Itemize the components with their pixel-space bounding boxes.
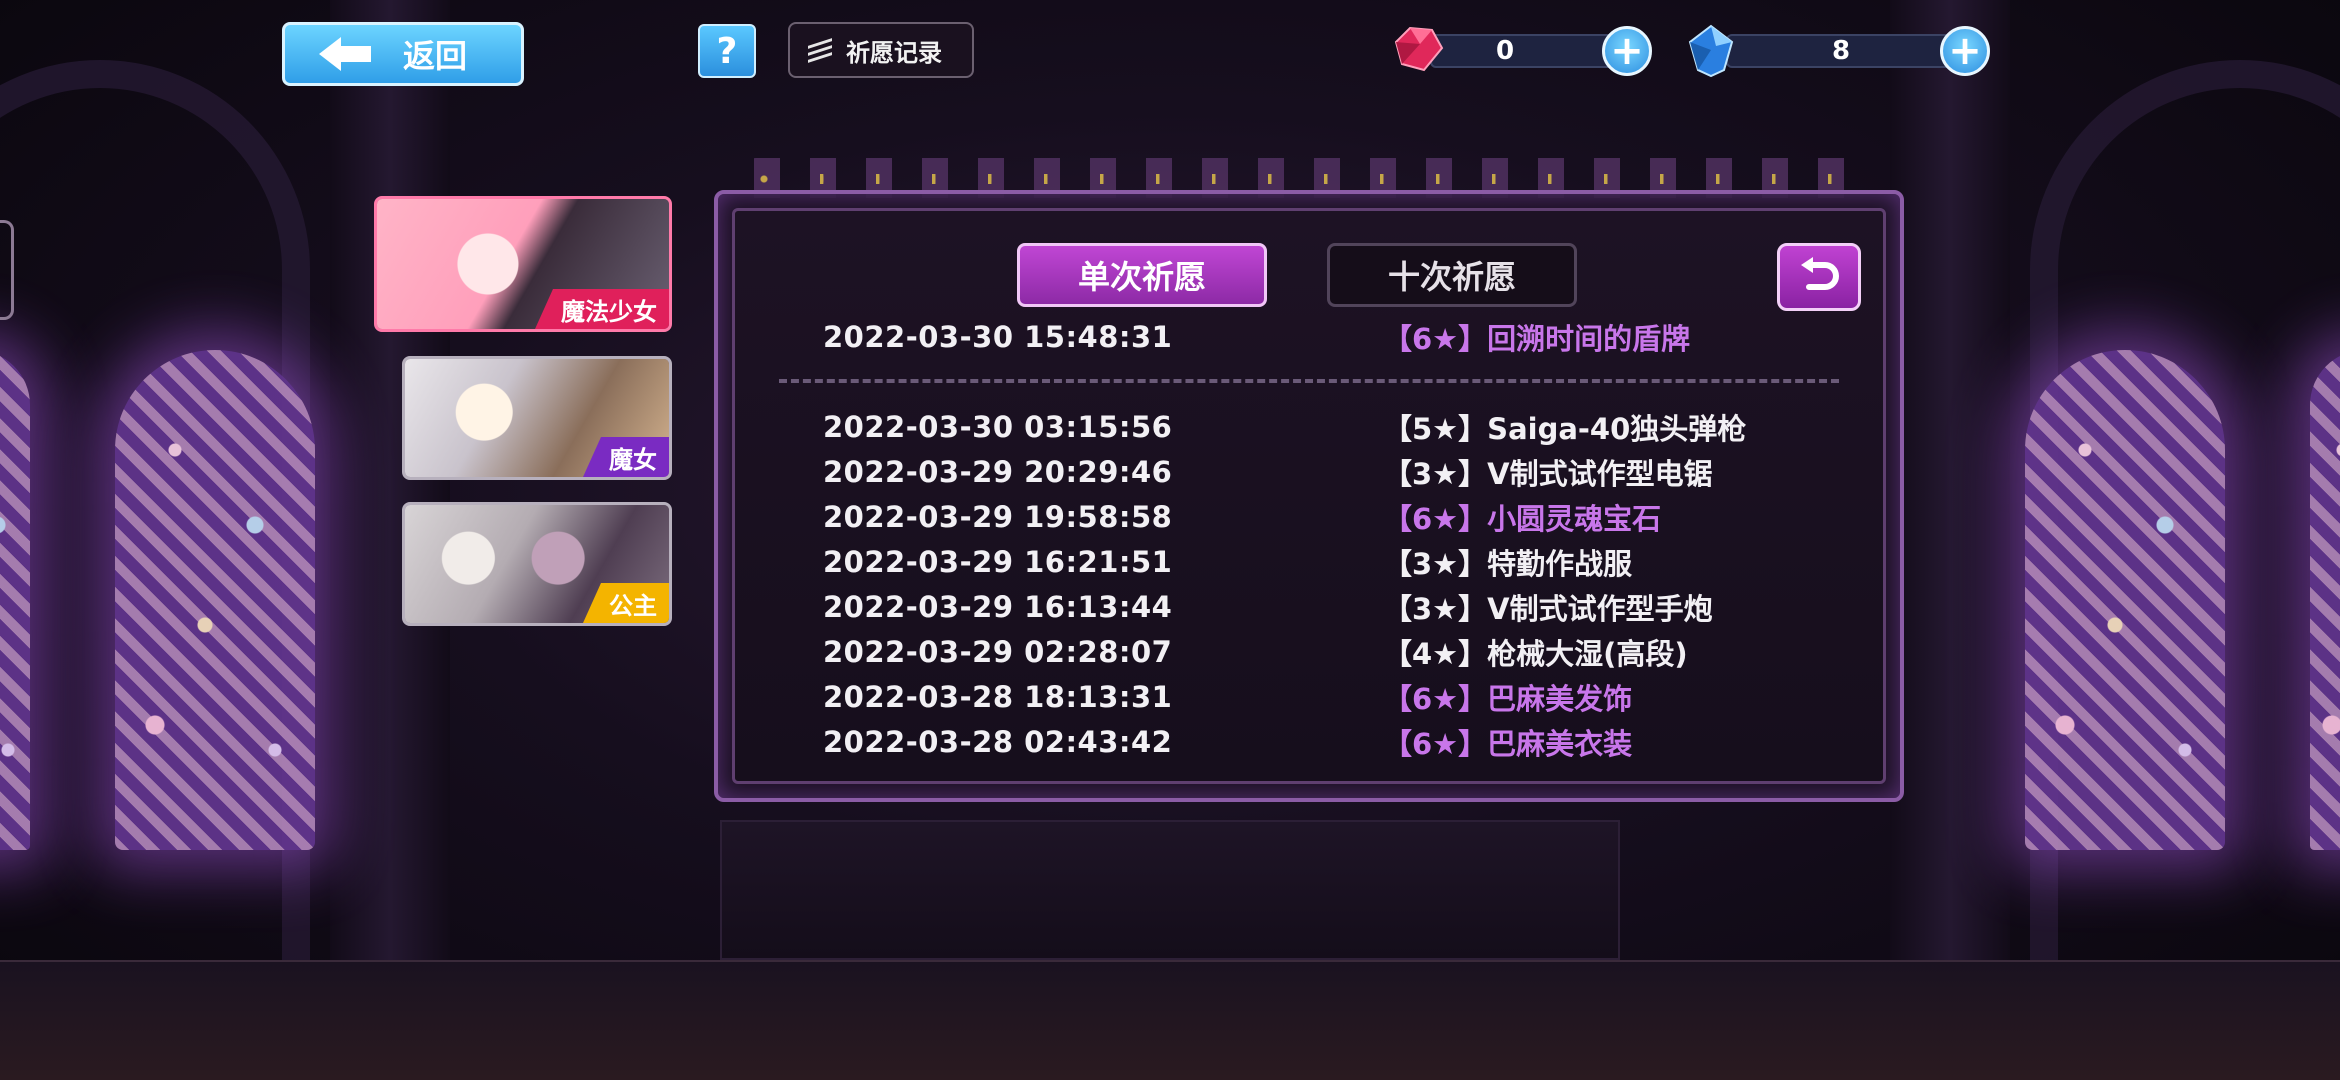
stained-glass-window	[2025, 350, 2225, 850]
wish-record-panel-inner: 单次祈愿 十次祈愿 2022-03-30 15:48:31 【6★】回溯时间的盾…	[732, 208, 1886, 784]
record-item: 【4★】枪械大湿(高段)	[1383, 637, 1688, 671]
add-blue-gem-button[interactable]: +	[1940, 26, 1990, 76]
record-item: 【3★】特勤作战服	[1383, 547, 1633, 581]
record-row: 2022-03-29 02:28:07 【4★】枪械大湿(高段)	[823, 632, 1863, 672]
blue-gem-count: 8	[1831, 36, 1851, 66]
stained-glass-window	[0, 350, 30, 850]
record-row: 2022-03-29 20:29:46 【3★】V制式试作型电锯	[823, 452, 1863, 492]
record-row: 2022-03-29 16:21:51 【3★】特勤作战服	[823, 542, 1863, 582]
side-drawer-tab[interactable]	[0, 220, 14, 320]
record-divider	[779, 379, 1839, 383]
background-pillar	[1890, 0, 2010, 1080]
tab-single-wish[interactable]: 单次祈愿	[1017, 243, 1267, 307]
record-time: 2022-03-29 20:29:46	[823, 455, 1173, 489]
scroll-quill-icon	[804, 36, 836, 64]
record-item: 【3★】V制式试作型电锯	[1383, 457, 1713, 491]
wish-record-label: 祈愿记录	[846, 38, 942, 67]
record-item: 【6★】巴麻美发饰	[1383, 682, 1633, 716]
record-item: 【5★】Saiga-40独头弹枪	[1383, 412, 1747, 446]
question-mark-icon: ?	[716, 30, 738, 72]
plus-icon: +	[1948, 28, 1982, 74]
record-row: 2022-03-28 02:43:42 【6★】巴麻美衣装	[823, 722, 1863, 762]
record-time: 2022-03-29 02:28:07	[823, 635, 1173, 669]
wish-record-button[interactable]: 祈愿记录	[788, 22, 974, 78]
record-row: 2022-03-29 16:13:44 【3★】V制式试作型手炮	[823, 587, 1863, 627]
record-item: 【6★】回溯时间的盾牌	[1383, 322, 1691, 356]
stained-glass-window	[2310, 350, 2340, 850]
banner-card-witch[interactable]: 魔女	[402, 356, 672, 480]
record-time: 2022-03-29 19:58:58	[823, 500, 1173, 534]
back-button[interactable]: 返回	[282, 22, 524, 86]
banner-label: 魔法少女	[535, 289, 669, 329]
record-row: 2022-03-28 18:13:31 【6★】巴麻美发饰	[823, 677, 1863, 717]
record-time: 2022-03-29 16:21:51	[823, 545, 1173, 579]
red-gem-currency: 0 +	[1390, 24, 1660, 76]
record-time: 2022-03-30 15:48:31	[823, 320, 1173, 354]
record-time: 2022-03-29 16:13:44	[823, 590, 1173, 624]
record-row: 2022-03-30 15:48:31 【6★】回溯时间的盾牌	[823, 317, 1863, 357]
back-button-label: 返回	[403, 37, 468, 75]
altar-step	[720, 820, 1620, 960]
add-red-gem-button[interactable]: +	[1602, 26, 1652, 76]
record-item: 【3★】V制式试作型手炮	[1383, 592, 1713, 626]
record-time: 2022-03-30 03:15:56	[823, 410, 1173, 444]
blue-gem-currency: 8 +	[1686, 24, 1998, 78]
tab-ten-wish[interactable]: 十次祈愿	[1327, 243, 1577, 307]
plus-icon: +	[1610, 28, 1644, 74]
record-row: 2022-03-30 03:15:56 【5★】Saiga-40独头弹枪	[823, 407, 1863, 447]
return-button[interactable]	[1777, 243, 1861, 311]
banner-card-magical-girl[interactable]: 魔法少女	[374, 196, 672, 332]
stained-glass-window	[115, 350, 315, 850]
wish-record-panel: 单次祈愿 十次祈愿 2022-03-30 15:48:31 【6★】回溯时间的盾…	[714, 190, 1904, 802]
red-gem-count: 0	[1495, 36, 1515, 66]
record-time: 2022-03-28 02:43:42	[823, 725, 1173, 759]
return-arrow-icon	[1801, 257, 1839, 290]
record-item: 【6★】巴麻美衣装	[1383, 727, 1633, 761]
record-time: 2022-03-28 18:13:31	[823, 680, 1173, 714]
floor	[0, 960, 2340, 1080]
record-row: 2022-03-29 19:58:58 【6★】小圆灵魂宝石	[823, 497, 1863, 537]
back-arrow-icon	[319, 37, 373, 71]
banner-card-princess[interactable]: 公主	[402, 502, 672, 626]
record-item: 【6★】小圆灵魂宝石	[1383, 502, 1662, 536]
help-button[interactable]: ?	[698, 24, 756, 78]
